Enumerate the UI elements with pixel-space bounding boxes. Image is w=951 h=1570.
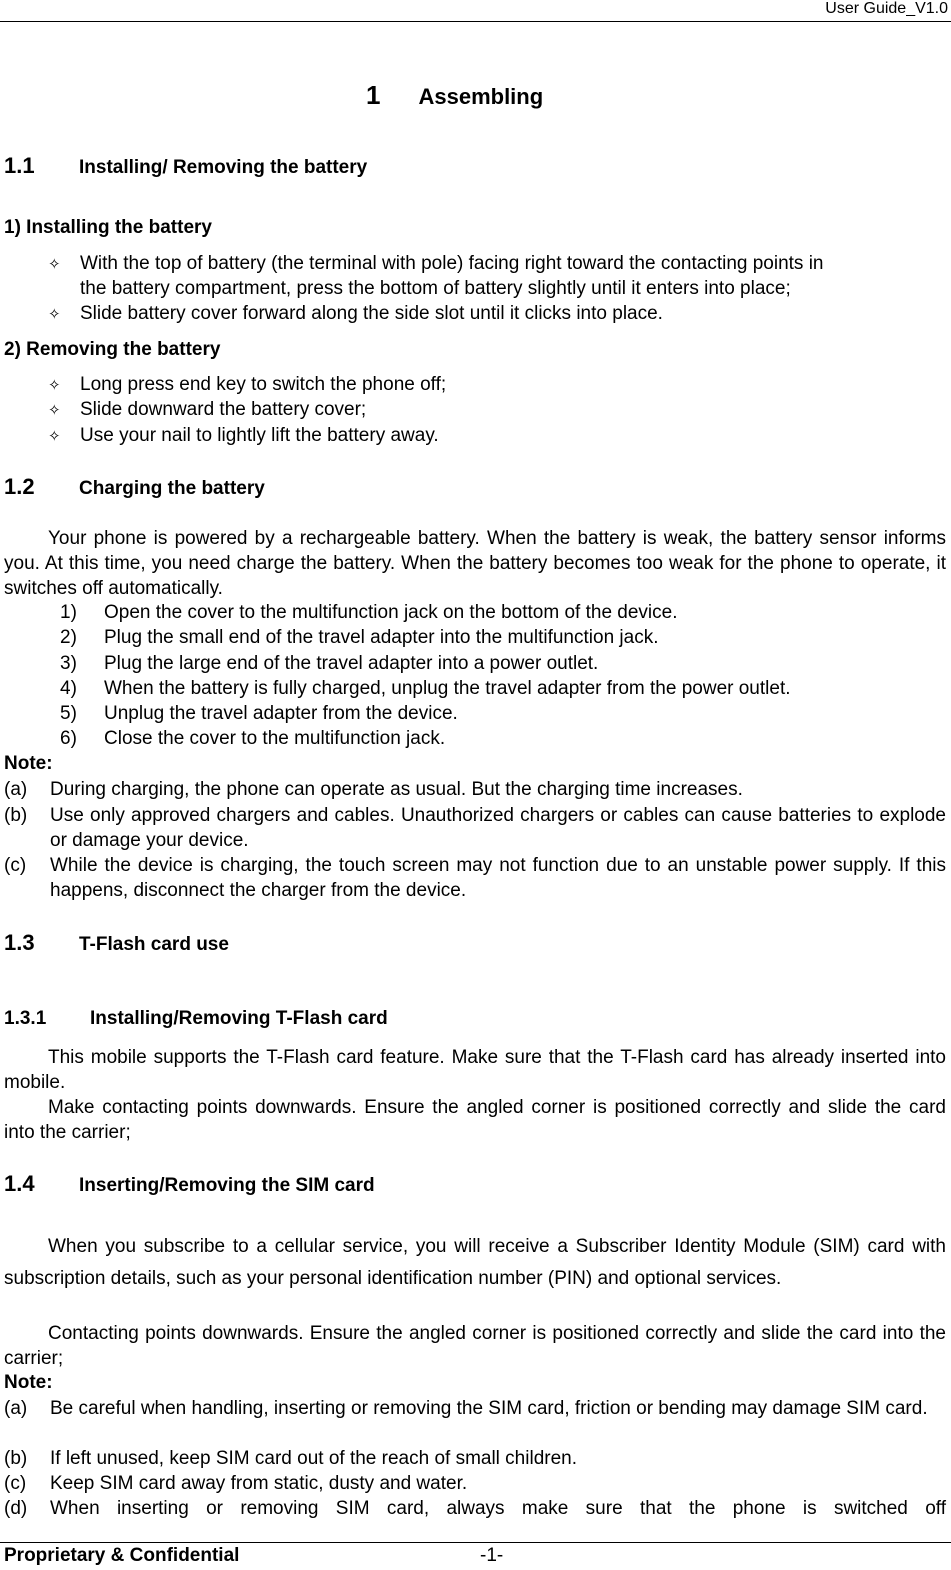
section-1-1-heading: 1.1 Installing/ Removing the battery xyxy=(4,153,367,179)
bullet-text: Slide battery cover forward along the si… xyxy=(80,303,663,324)
section-title: Inserting/Removing the SIM card xyxy=(79,1175,375,1196)
note-label: Note: xyxy=(4,1372,53,1393)
step-text: When the battery is fully charged, unplu… xyxy=(104,678,791,699)
note-number: (b) xyxy=(4,805,28,826)
section-number: 1.3.1 xyxy=(4,1008,47,1029)
list-item: 4) When the battery is fully charged, unp… xyxy=(60,678,791,700)
sim-paragraph: Contacting points downwards. Ensure the … xyxy=(4,1321,946,1371)
list-item: 3) Plug the large end of the travel adapt… xyxy=(60,653,598,675)
list-item: 6) Close the cover to the multifunction j… xyxy=(60,728,445,750)
paragraph-text: Your phone is powered by a rechargeable … xyxy=(4,528,946,599)
footer-rule xyxy=(0,1542,951,1543)
section-1-3-1-heading: 1.3.1 Installing/Removing T-Flash card xyxy=(4,1008,388,1030)
section-1-2-heading: 1.2 Charging the battery xyxy=(4,474,265,500)
header-rule xyxy=(0,21,951,22)
note-number: (a) xyxy=(4,779,28,800)
step-text: Open the cover to the multifunction jack… xyxy=(104,602,678,623)
note-text: Keep SIM card away from static, dusty an… xyxy=(50,1473,468,1494)
note-text: While the device is charging, the touch … xyxy=(50,855,946,901)
note-item: (a) During charging, the phone can operat… xyxy=(4,777,946,802)
list-item: ✧ Slide downward the battery cover; xyxy=(48,399,366,421)
diamond-bullet-icon: ✧ xyxy=(48,402,61,419)
tflash-paragraph: This mobile supports the T-Flash card fe… xyxy=(4,1045,946,1095)
note-item: (b) If left unused, keep SIM card out of … xyxy=(4,1446,946,1471)
section-number: 1.1 xyxy=(4,153,35,178)
paragraph-text: This mobile supports the T-Flash card fe… xyxy=(4,1047,946,1093)
note-number: (c) xyxy=(4,855,27,876)
removing-battery-heading: 2) Removing the battery xyxy=(4,339,221,360)
note-text: If left unused, keep SIM card out of the… xyxy=(50,1448,577,1469)
note-item: (d) When inserting or removing SIM card, … xyxy=(4,1496,946,1521)
list-item: 5) Unplug the travel adapter from the dev… xyxy=(60,703,458,725)
section-number: 1.4 xyxy=(4,1171,35,1196)
note-number: (b) xyxy=(4,1448,28,1469)
sim-paragraph: When you subscribe to a cellular service… xyxy=(4,1231,946,1295)
list-item: 1) Open the cover to the multifunction ja… xyxy=(60,602,678,624)
note-item: (c) Keep SIM card away from static, dusty… xyxy=(4,1471,946,1496)
paragraph-text: Make contacting points downwards. Ensure… xyxy=(4,1097,946,1143)
section-title: Installing/Removing T-Flash card xyxy=(90,1008,388,1029)
bullet-text-continued: the battery compartment, press the botto… xyxy=(80,278,791,299)
diamond-bullet-icon: ✧ xyxy=(48,428,61,445)
list-item: ✧ With the top of battery (the terminal w… xyxy=(48,253,824,275)
section-number: 1.2 xyxy=(4,474,35,499)
running-header: User Guide_V1.0 xyxy=(825,0,948,17)
note-item: (b) Use only approved chargers and cables… xyxy=(4,803,946,853)
chapter-title: Assembling xyxy=(418,84,544,109)
section-title: Charging the battery xyxy=(79,478,265,499)
step-text: Plug the small end of the travel adapter… xyxy=(104,627,659,648)
paragraph-text: Contacting points downwards. Ensure the … xyxy=(4,1323,946,1369)
chapter-number: 1 xyxy=(366,80,381,110)
section-1-3-heading: 1.3 T-Flash card use xyxy=(4,930,229,956)
step-number: 4) xyxy=(60,678,77,699)
note-number: (a) xyxy=(4,1398,28,1419)
installing-battery-heading: 1) Installing the battery xyxy=(4,217,212,238)
note-item: (a) Be careful when handling, inserting o… xyxy=(4,1396,946,1421)
section-title: Installing/ Removing the battery xyxy=(79,157,368,178)
section-title: T-Flash card use xyxy=(79,934,229,955)
bullet-text: Use your nail to lightly lift the batter… xyxy=(80,425,439,446)
list-item: ✧ Slide battery cover forward along the s… xyxy=(48,303,663,325)
paragraph-text: When you subscribe to a cellular service… xyxy=(4,1236,946,1289)
note-text: Be careful when handling, inserting or r… xyxy=(50,1398,928,1419)
bullet-text: Long press end key to switch the phone o… xyxy=(80,374,447,395)
step-text: Close the cover to the multifunction jac… xyxy=(104,728,446,749)
step-number: 3) xyxy=(60,653,77,674)
note-number: (d) xyxy=(4,1498,28,1519)
step-number: 1) xyxy=(60,602,77,623)
charging-paragraph: Your phone is powered by a rechargeable … xyxy=(4,526,946,601)
list-item: ✧ Long press end key to switch the phone … xyxy=(48,374,446,396)
step-text: Unplug the travel adapter from the devic… xyxy=(104,703,458,724)
page-number: -1- xyxy=(480,1545,504,1566)
step-number: 2) xyxy=(60,627,77,648)
step-number: 6) xyxy=(60,728,77,749)
diamond-bullet-icon: ✧ xyxy=(48,306,61,323)
note-number: (c) xyxy=(4,1473,27,1494)
diamond-bullet-icon: ✧ xyxy=(48,377,61,394)
chapter-heading: 1 Assembling xyxy=(366,80,543,111)
list-item: ✧ Use your nail to lightly lift the batte… xyxy=(48,425,439,447)
tflash-paragraph: Make contacting points downwards. Ensure… xyxy=(4,1095,946,1145)
diamond-bullet-icon: ✧ xyxy=(48,256,61,273)
bullet-text: With the top of battery (the terminal wi… xyxy=(80,253,824,274)
section-number: 1.3 xyxy=(4,930,35,955)
section-1-4-heading: 1.4 Inserting/Removing the SIM card xyxy=(4,1171,375,1197)
note-item: (c) While the device is charging, the tou… xyxy=(4,853,946,903)
note-label: Note: xyxy=(4,753,53,774)
note-text: When inserting or removing SIM card, alw… xyxy=(50,1498,946,1519)
note-text: During charging, the phone can operate a… xyxy=(50,779,743,800)
list-item: 2) Plug the small end of the travel adapt… xyxy=(60,627,658,649)
footer-confidential: Proprietary & Confidential xyxy=(4,1545,240,1566)
step-text: Plug the large end of the travel adapter… xyxy=(104,653,599,674)
step-number: 5) xyxy=(60,703,77,724)
note-text: Use only approved chargers and cables. U… xyxy=(50,805,946,851)
bullet-text: Slide downward the battery cover; xyxy=(80,399,367,420)
